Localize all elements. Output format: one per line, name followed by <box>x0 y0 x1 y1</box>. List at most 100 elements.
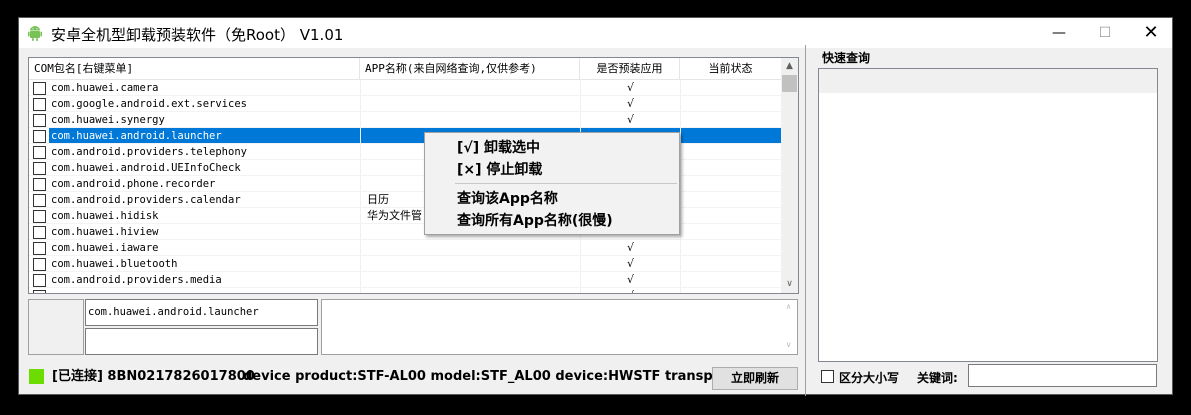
column-header-preinstalled[interactable]: 是否预装应用 <box>580 58 680 80</box>
row-checkbox[interactable] <box>33 194 46 207</box>
close-button[interactable]: ✕ <box>1128 18 1174 48</box>
minimize-button[interactable]: — <box>1036 18 1082 48</box>
row-checkbox[interactable] <box>33 258 46 271</box>
package-name-field[interactable]: com.huawei.android.launcher <box>85 299 318 326</box>
row-checkbox[interactable] <box>33 98 46 111</box>
quick-search-results[interactable] <box>818 68 1158 362</box>
package-cell: com.huawei.bluetooth <box>51 258 178 270</box>
menu-separator <box>455 183 677 184</box>
state-cell <box>680 160 781 176</box>
column-header-app-name[interactable]: APP名称(来自网络查询,仅供参考) <box>360 58 580 80</box>
scroll-down-icon[interactable]: ∨ <box>781 276 798 293</box>
column-header-package[interactable]: COM包名[右键菜单] <box>29 58 360 80</box>
preinstalled-cell: √ <box>580 112 680 128</box>
package-cell: com.huawei.android.UEInfoCheck <box>51 162 241 174</box>
column-header-state[interactable]: 当前状态 <box>680 58 781 80</box>
state-cell <box>680 224 781 240</box>
package-cell: com.android.phone.recorder <box>51 178 216 190</box>
keyword-input[interactable] <box>968 364 1157 387</box>
info-scrollbar[interactable]: ∧ ∨ <box>780 300 797 354</box>
package-cell: com.huawei.hiview <box>51 226 159 238</box>
row-checkbox[interactable] <box>33 146 46 159</box>
connection-status: [已连接] 8BN0217826017800 <box>52 369 255 384</box>
preinstalled-cell: √ <box>580 96 680 112</box>
package-cell: com.huawei.iaware <box>51 242 159 254</box>
app-name-cell <box>360 80 580 96</box>
state-cell <box>680 128 781 144</box>
app-name-cell <box>360 96 580 112</box>
row-checkbox[interactable] <box>33 82 46 95</box>
scroll-up-icon[interactable]: ▲ <box>781 58 798 75</box>
connection-status-led <box>29 369 44 384</box>
maximize-button[interactable]: ☐ <box>1082 18 1128 48</box>
scroll-thumb[interactable] <box>782 75 797 92</box>
preinstalled-cell: √ <box>580 256 680 272</box>
row-checkbox[interactable] <box>33 130 46 143</box>
table-row[interactable]: √ <box>29 288 781 293</box>
quick-search-group: 快速查询 <box>812 49 1167 364</box>
row-checkbox[interactable] <box>33 178 46 191</box>
case-sensitive-label: 区分大小写 <box>839 371 900 385</box>
table-row[interactable]: com.huawei.synergy √ <box>29 112 781 128</box>
row-checkbox[interactable] <box>33 274 46 287</box>
table-header: COM包名[右键菜单] APP名称(来自网络查询,仅供参考) 是否预装应用 当前… <box>29 58 781 80</box>
row-checkbox[interactable] <box>33 242 46 255</box>
package-cell: com.huawei.camera <box>51 82 159 94</box>
preinstalled-cell: √ <box>580 272 680 288</box>
info-scroll-down-icon[interactable]: ∨ <box>780 340 797 349</box>
package-cell: com.google.android.ext.services <box>51 98 247 110</box>
table-scrollbar[interactable]: ▲ ∨ <box>781 58 798 293</box>
table-row[interactable]: com.huawei.bluetooth √ <box>29 256 781 272</box>
state-cell <box>680 144 781 160</box>
table-row[interactable]: com.huawei.camera √ <box>29 80 781 96</box>
state-cell <box>680 288 781 293</box>
table-row[interactable]: com.android.providers.media √ <box>29 272 781 288</box>
preinstalled-cell: √ <box>580 288 680 293</box>
info-scroll-up-icon[interactable]: ∧ <box>780 302 797 311</box>
app-name-cell <box>360 272 580 288</box>
context-menu: [√] 卸载选中 [×] 停止卸载 查询该App名称 查询所有App名称(很慢) <box>424 132 680 235</box>
package-cell: com.huawei.hidisk <box>51 210 159 222</box>
app-name-cell <box>360 256 580 272</box>
state-cell <box>680 240 781 256</box>
main-window: 安卓全机型卸载预装软件（免Root） V1.01 — ☐ ✕ COM包名[右键菜… <box>18 17 1173 396</box>
info-textarea[interactable]: ∧ ∨ <box>321 299 798 355</box>
table-row[interactable]: com.huawei.iaware √ <box>29 240 781 256</box>
quick-search-title: 快速查询 <box>822 51 871 65</box>
preinstalled-cell: √ <box>580 80 680 96</box>
row-checkbox[interactable] <box>33 162 46 175</box>
app-name-field[interactable] <box>85 328 318 355</box>
menu-item-query-app-name[interactable]: 查询该App名称 <box>457 188 558 210</box>
row-checkbox[interactable] <box>33 210 46 223</box>
row-checkbox[interactable] <box>33 290 46 293</box>
menu-item-query-all-app-names[interactable]: 查询所有App名称(很慢) <box>457 210 613 232</box>
package-cell: com.android.providers.calendar <box>51 194 241 206</box>
app-name-cell <box>360 240 580 256</box>
row-checkbox[interactable] <box>33 226 46 239</box>
table-row[interactable]: com.google.android.ext.services √ <box>29 96 781 112</box>
state-cell <box>680 272 781 288</box>
package-cell: com.huawei.android.launcher <box>49 128 360 144</box>
state-cell <box>680 112 781 128</box>
refresh-button[interactable]: 立即刷新 <box>712 367 798 390</box>
package-cell: com.android.providers.media <box>51 274 222 286</box>
state-cell <box>680 96 781 112</box>
panel-divider <box>805 45 806 396</box>
state-cell <box>680 80 781 96</box>
package-cell: com.huawei.synergy <box>51 114 165 126</box>
case-sensitive-checkbox[interactable] <box>821 370 834 383</box>
app-icon-preview <box>28 299 84 355</box>
state-cell <box>680 256 781 272</box>
row-checkbox[interactable] <box>33 114 46 127</box>
menu-item-uninstall-selected[interactable]: [√] 卸载选中 <box>457 137 540 159</box>
app-name-cell <box>360 112 580 128</box>
android-icon <box>28 26 42 41</box>
window-title: 安卓全机型卸载预装软件（免Root） V1.01 <box>51 26 344 44</box>
title-bar[interactable]: 安卓全机型卸载预装软件（免Root） V1.01 — ☐ ✕ <box>19 18 1172 48</box>
menu-item-stop-uninstall[interactable]: [×] 停止卸载 <box>457 159 542 181</box>
package-cell: com.android.providers.telephony <box>51 146 247 158</box>
state-cell <box>680 208 781 224</box>
quick-search-result-row[interactable] <box>819 69 1157 93</box>
keyword-label: 关键词: <box>917 371 958 385</box>
state-cell <box>680 176 781 192</box>
